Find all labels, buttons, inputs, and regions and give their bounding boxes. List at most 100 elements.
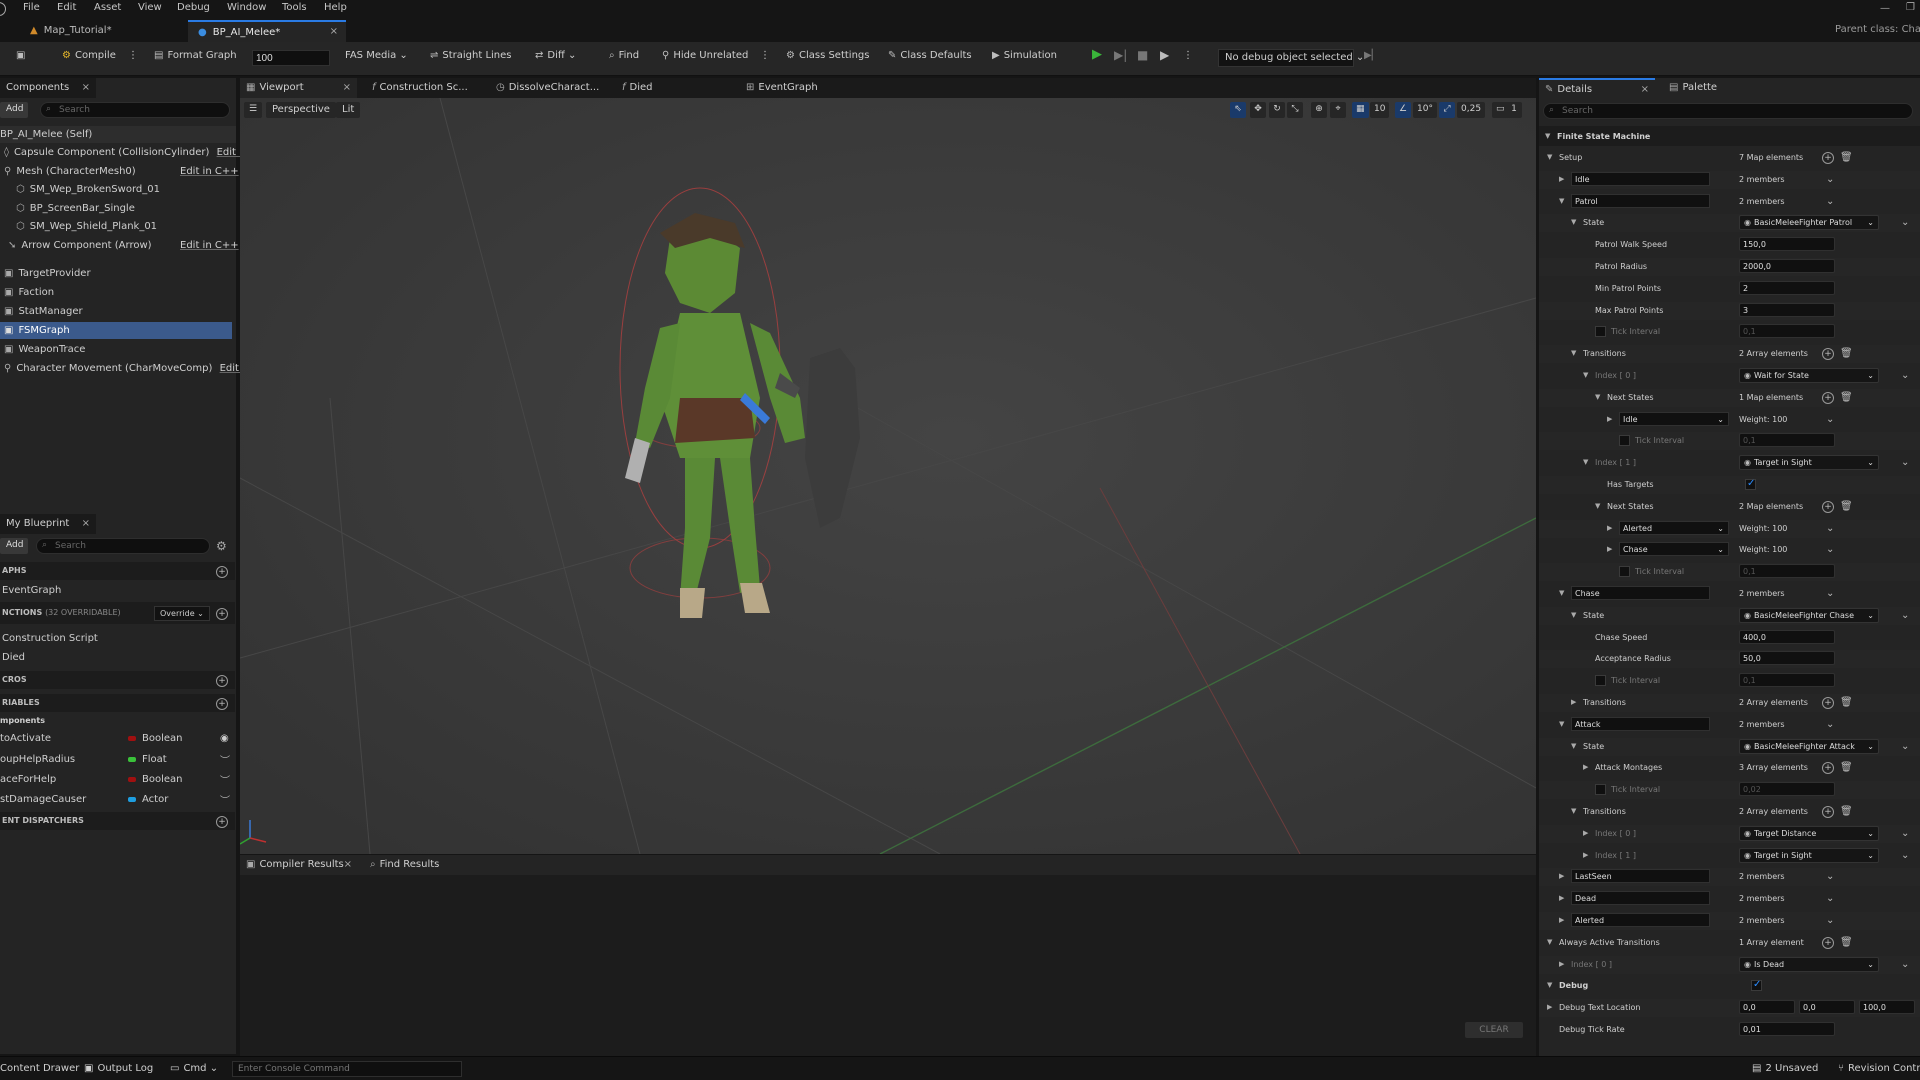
close-icon[interactable]: × — [343, 82, 351, 93]
cmd-dropdown[interactable]: ▭ Cmd ⌄ — [170, 1063, 218, 1074]
simulation-button[interactable]: ▶ Simulation — [992, 50, 1057, 61]
select-mode-icon[interactable]: ⇖ — [1230, 102, 1246, 118]
visibility-toggle-icon[interactable]: ︶ — [220, 752, 230, 767]
chevron-down-icon[interactable]: ⌄ — [1901, 370, 1909, 381]
close-icon[interactable]: × — [1641, 84, 1649, 95]
close-icon[interactable]: × — [82, 518, 90, 529]
chevron-down-icon[interactable]: ⌄ — [1826, 523, 1834, 534]
trash-icon[interactable]: 🗑 — [1840, 762, 1853, 773]
details-row[interactable]: ▼ Transitions 2 Array elements + 🗑 — [1539, 803, 1920, 821]
chevron-down-icon[interactable]: ⌄ — [1826, 893, 1834, 904]
details-row[interactable]: ▶ Alerted ⌄ Weight: 100 ⌄ — [1539, 519, 1920, 538]
component-item-faction[interactable]: ▣ Faction — [0, 284, 232, 301]
details-row[interactable]: ▶ Dead 2 members ⌄ — [1539, 890, 1920, 909]
details-row[interactable]: ▼ Index [ 1 ] ◉ Target in Sight ⌄ ⌄ — [1539, 454, 1920, 473]
zoom-input[interactable] — [252, 50, 330, 66]
numeric-field[interactable]: 0,02 — [1739, 782, 1835, 797]
chevron-down-icon[interactable]: ⌄ — [1901, 741, 1909, 752]
tab-palette[interactable]: ▤ Palette — [1663, 78, 1723, 98]
component-item-self[interactable]: BP_AI_Melee (Self) — [0, 126, 236, 143]
edit-in-cpp-link[interactable]: Edit in C++ — [180, 240, 239, 251]
my-blueprint-tab[interactable]: My Blueprint × — [0, 514, 96, 534]
expand-arrow-icon[interactable]: ▼ — [1595, 393, 1600, 401]
menu-tools[interactable]: Tools — [282, 2, 307, 13]
details-row[interactable]: ▼ State ◉ BasicMeleeFighter Chase ⌄ ⌄ — [1539, 606, 1920, 625]
hamburger-menu-icon[interactable]: ☰ — [244, 102, 262, 118]
component-item-fsmgraph[interactable]: ▣ FSMGraph — [0, 322, 232, 339]
details-search-input[interactable]: ⌕ Search — [1543, 103, 1913, 119]
details-row[interactable]: ▶ Chase ⌄ Weight: 100 ⌄ — [1539, 541, 1920, 560]
details-row[interactable]: ▼ Next States 1 Map elements + 🗑 — [1539, 388, 1920, 407]
map-key-field[interactable]: Chase — [1571, 586, 1710, 600]
perspective-button[interactable]: Perspective — [266, 102, 336, 118]
collapse-arrow-icon[interactable]: ▶ — [1583, 851, 1588, 859]
vector-y-field[interactable]: 0,0 — [1799, 1000, 1855, 1015]
grid-snap-icon[interactable]: ▦ — [1352, 102, 1369, 118]
variable-item[interactable]: oupHelpRadius — [0, 754, 75, 765]
details-row[interactable]: ▼ Setup 7 Map elements + 🗑 — [1539, 149, 1920, 167]
numeric-field[interactable]: 0,1 — [1739, 433, 1835, 448]
expand-arrow-icon[interactable]: ▼ — [1547, 938, 1552, 946]
numeric-field[interactable]: 150,0 — [1739, 237, 1835, 252]
event-dispatchers-section-header[interactable]: ENT DISPATCHERS — [0, 812, 235, 830]
details-row[interactable]: ▼ Debug — [1539, 977, 1920, 996]
save-icon[interactable]: ▣ — [16, 50, 29, 61]
details-row[interactable]: ▼ Next States 2 Map elements + 🗑 — [1539, 497, 1920, 516]
numeric-field[interactable]: 50,0 — [1739, 651, 1835, 666]
collapse-arrow-icon[interactable]: ▶ — [1571, 698, 1576, 706]
fsm-category-header[interactable]: ▼ Finite State Machine — [1539, 126, 1920, 146]
my-blueprint-search-input[interactable]: ⌕ Search — [36, 538, 210, 554]
grid-snap-value[interactable]: 10 — [1370, 102, 1390, 118]
tab-find-results[interactable]: ⌕ Find Results — [364, 855, 445, 875]
hide-unrelated-button[interactable]: ⚲ Hide Unrelated — [662, 50, 748, 61]
component-item-charmove[interactable]: ⚲ Character Movement (CharMoveComp) Edit … — [0, 360, 251, 377]
compile-button[interactable]: ⚙ Compile — [62, 50, 116, 61]
map-key-field[interactable]: Chase ⌄ — [1619, 542, 1729, 557]
numeric-field[interactable]: 0,1 — [1739, 564, 1835, 579]
edit-in-cpp-link[interactable]: Edit in C++ — [180, 166, 239, 177]
component-item-statmanager[interactable]: ▣ StatManager — [0, 303, 232, 320]
details-row[interactable]: Tick Interval 0,1 — [1539, 672, 1920, 691]
collapse-arrow-icon[interactable]: ▶ — [1559, 916, 1564, 924]
menu-window[interactable]: Window — [227, 2, 266, 13]
tab-compiler-results[interactable]: ▣ Compiler Results × — [240, 855, 358, 875]
maximize-icon[interactable]: ❐ — [1906, 2, 1915, 13]
override-checkbox[interactable] — [1595, 326, 1606, 338]
chevron-down-icon[interactable]: ⌄ — [1901, 828, 1909, 839]
class-defaults-button[interactable]: ✎ Class Defaults — [888, 50, 972, 61]
visibility-toggle-icon[interactable]: ︶ — [220, 792, 230, 807]
event-graph-item[interactable]: EventGraph — [2, 582, 61, 599]
component-item-screenbar[interactable]: ⬡ BP_ScreenBar_Single — [16, 200, 135, 217]
asset-selector[interactable]: ◉ BasicMeleeFighter Patrol ⌄ — [1739, 215, 1879, 231]
asset-selector[interactable]: ◉ Is Dead ⌄ — [1739, 956, 1879, 972]
function-item-construction-script[interactable]: Construction Script — [2, 630, 98, 647]
details-row[interactable]: ▶ Index [ 0 ] ◉ Is Dead ⌄ ⌄ — [1539, 955, 1920, 974]
map-key-field[interactable]: Dead — [1571, 891, 1710, 906]
expand-arrow-icon[interactable]: ▼ — [1559, 197, 1564, 205]
camera-speed-value[interactable]: 1 — [1506, 102, 1522, 118]
expand-arrow-icon[interactable]: ▼ — [1571, 349, 1576, 357]
add-element-icon[interactable]: + — [1822, 152, 1834, 164]
asset-selector[interactable]: ◉ Target in Sight ⌄ — [1739, 455, 1879, 471]
vector-z-field[interactable]: 100,0 — [1859, 1000, 1915, 1015]
details-row[interactable]: ▼ State ◉ BasicMeleeFighter Patrol ⌄ ⌄ — [1539, 214, 1920, 233]
add-blueprint-member-button[interactable]: Add — [0, 538, 28, 554]
add-component-button[interactable]: Add — [0, 102, 28, 118]
collapse-arrow-icon[interactable]: ▶ — [1583, 829, 1588, 837]
map-key-field[interactable]: Alerted ⌄ — [1619, 520, 1729, 535]
collapse-arrow-icon[interactable]: ▶ — [1559, 960, 1564, 968]
chevron-down-icon[interactable]: ⌄ — [1901, 959, 1909, 970]
details-row[interactable]: ▼ Patrol 2 members ⌄ — [1539, 192, 1920, 211]
variables-section-header[interactable]: RIABLES — [0, 694, 235, 712]
numeric-field[interactable]: 2 — [1739, 280, 1835, 295]
details-row[interactable]: Chase Speed 400,0 — [1539, 628, 1920, 647]
expand-arrow-icon[interactable]: ▼ — [1559, 589, 1564, 597]
function-item-died[interactable]: Died — [2, 649, 25, 666]
numeric-field[interactable]: 400,0 — [1739, 629, 1835, 644]
debug-browse-icon[interactable]: ▶▏ — [1364, 50, 1379, 61]
visibility-toggle-icon[interactable]: ︶ — [220, 772, 230, 787]
details-row[interactable]: ▼ Always Active Transitions 1 Array elemen… — [1539, 933, 1920, 952]
stop-icon[interactable]: ■ — [1137, 48, 1148, 62]
tab-map-tutorial[interactable]: ▲ Map_Tutorial* — [20, 20, 185, 42]
override-checkbox[interactable] — [1619, 566, 1630, 578]
